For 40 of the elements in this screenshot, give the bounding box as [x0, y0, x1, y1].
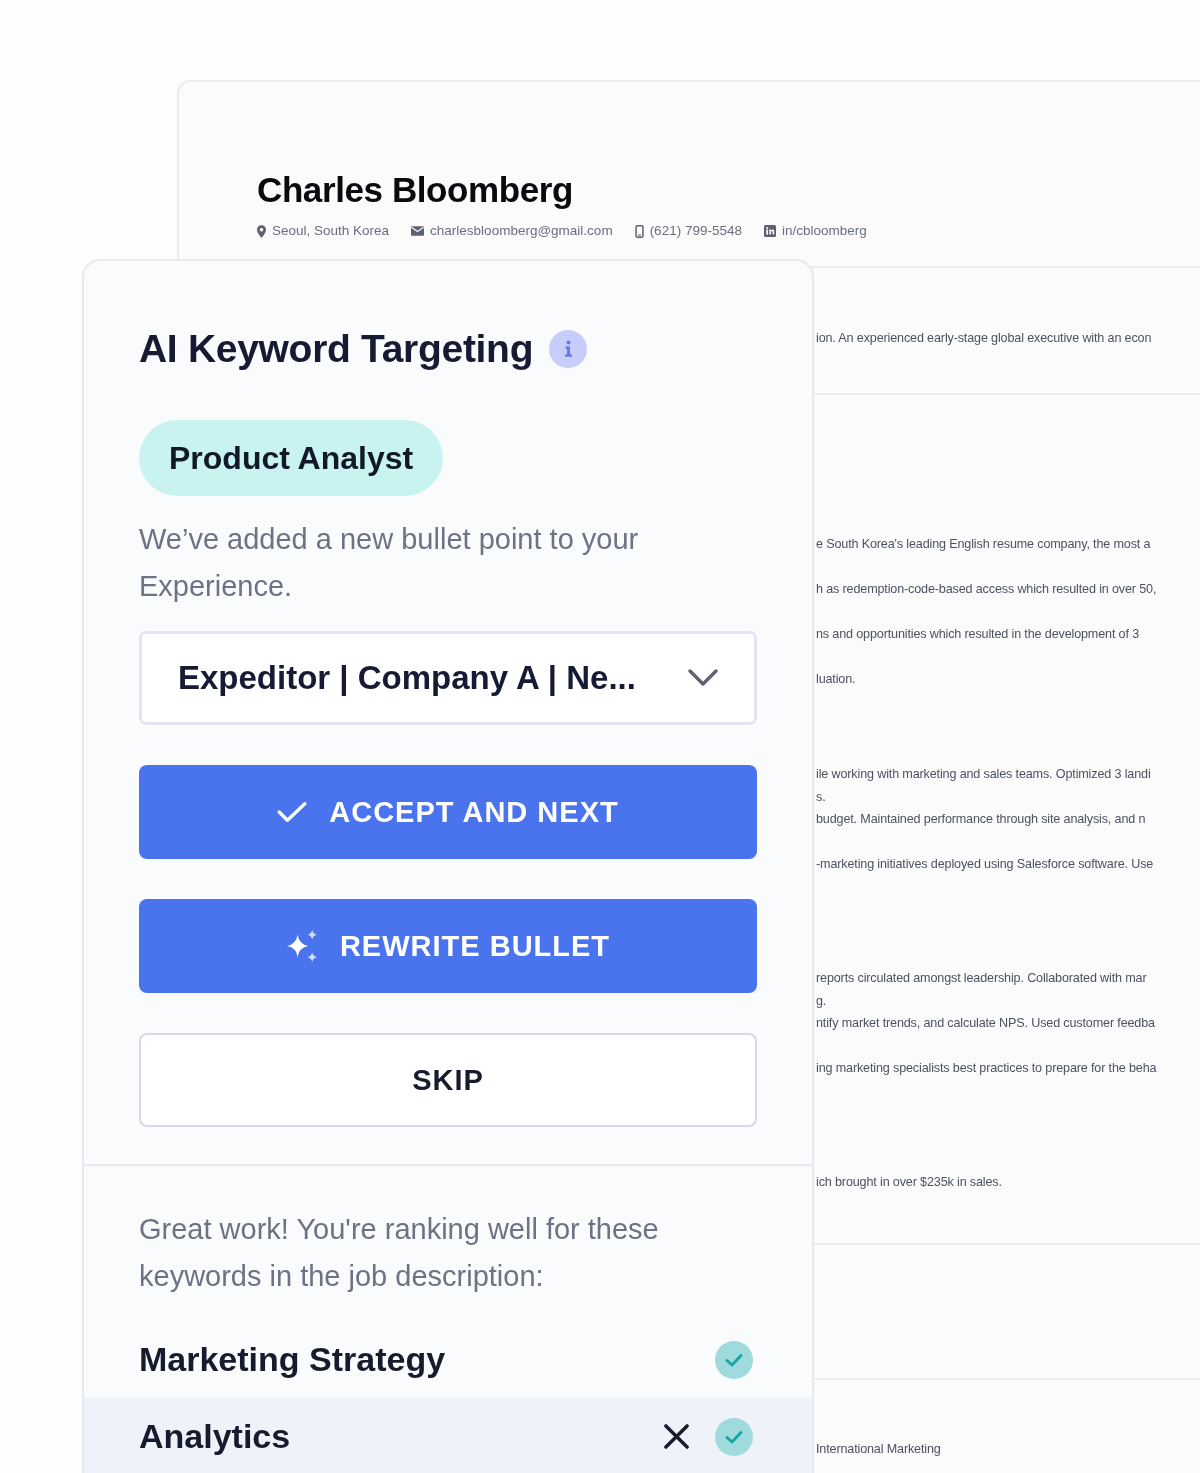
location-pin-icon — [257, 224, 266, 238]
bullet-text: h as redemption-code-based access which resulted in over 50, — [816, 581, 1158, 598]
bullet-text: ing marketing specialists best practices to prepare for the beha — [816, 1060, 1158, 1077]
bullet-text: g. — [816, 992, 828, 1010]
bullet-text: budget. Maintained performance through site analysis, and n — [816, 811, 1147, 828]
keywords-intro-text: Great work! You're ranking well for these keywords in the job description: — [139, 1212, 660, 1294]
bullet-text: reports circulated amongst leadership. Collaborated with mar — [816, 970, 1148, 987]
bullet-text: ile working with marketing and sales teams. Optimized 3 landi — [816, 766, 1152, 783]
bullet-text: s. — [816, 788, 827, 806]
keyword-row[interactable]: Marketing Strategy — [84, 1321, 812, 1398]
panel-title: AI Keyword Targeting — [139, 326, 534, 372]
bullet-text: ntify market trends, and calculate NPS. Used customer feedba — [816, 1015, 1156, 1032]
keyword-row[interactable]: Analytics — [84, 1398, 812, 1473]
info-icon[interactable] — [549, 330, 588, 368]
experience-dropdown[interactable]: Expeditor | Company A | Ne... — [139, 631, 757, 725]
contact-text: Seoul, South Korea — [272, 222, 390, 240]
skill-text: International Marketing — [816, 1441, 942, 1458]
bullet-text: -marketing initiatives deployed using Salesforce software. Use — [816, 856, 1155, 873]
bullet-text: e South Korea's leading English resume company, the most a — [816, 536, 1152, 553]
envelope-icon — [411, 226, 425, 236]
bullet-text: ns and opportunities which resulted in the development of 3 — [816, 626, 1140, 643]
linkedin-icon — [763, 225, 776, 237]
contact-text: in/cbloomberg — [781, 222, 867, 240]
candidate-name: Charles Bloomberg — [257, 169, 574, 211]
bullet-text: luation. — [816, 671, 857, 688]
rewrite-button[interactable]: REWRITE BULLET — [139, 899, 757, 993]
checkmark-icon — [277, 801, 308, 823]
phone-icon — [634, 224, 644, 238]
message-text: We’ve added a new bullet point to your Experience. — [139, 522, 640, 604]
keyword-label: Analytics — [139, 1417, 291, 1456]
accept-button[interactable]: ACCEPT AND NEXT — [139, 765, 757, 859]
skip-button[interactable]: SKIP — [139, 1033, 757, 1127]
summary-text: ion. An experienced early-stage global executive with an econ — [816, 330, 1153, 347]
close-icon[interactable] — [664, 1424, 689, 1449]
keyword-label: Marketing Strategy — [139, 1340, 446, 1379]
bullet-text: ich brought in over $235k in sales. — [816, 1174, 1003, 1191]
contact-text: (621) 799-5548 — [649, 222, 742, 240]
job-title-chip: Product Analyst — [139, 420, 444, 496]
contact-text: charlesbloomberg@gmail.com — [430, 222, 613, 240]
chevron-down-icon — [688, 669, 718, 687]
